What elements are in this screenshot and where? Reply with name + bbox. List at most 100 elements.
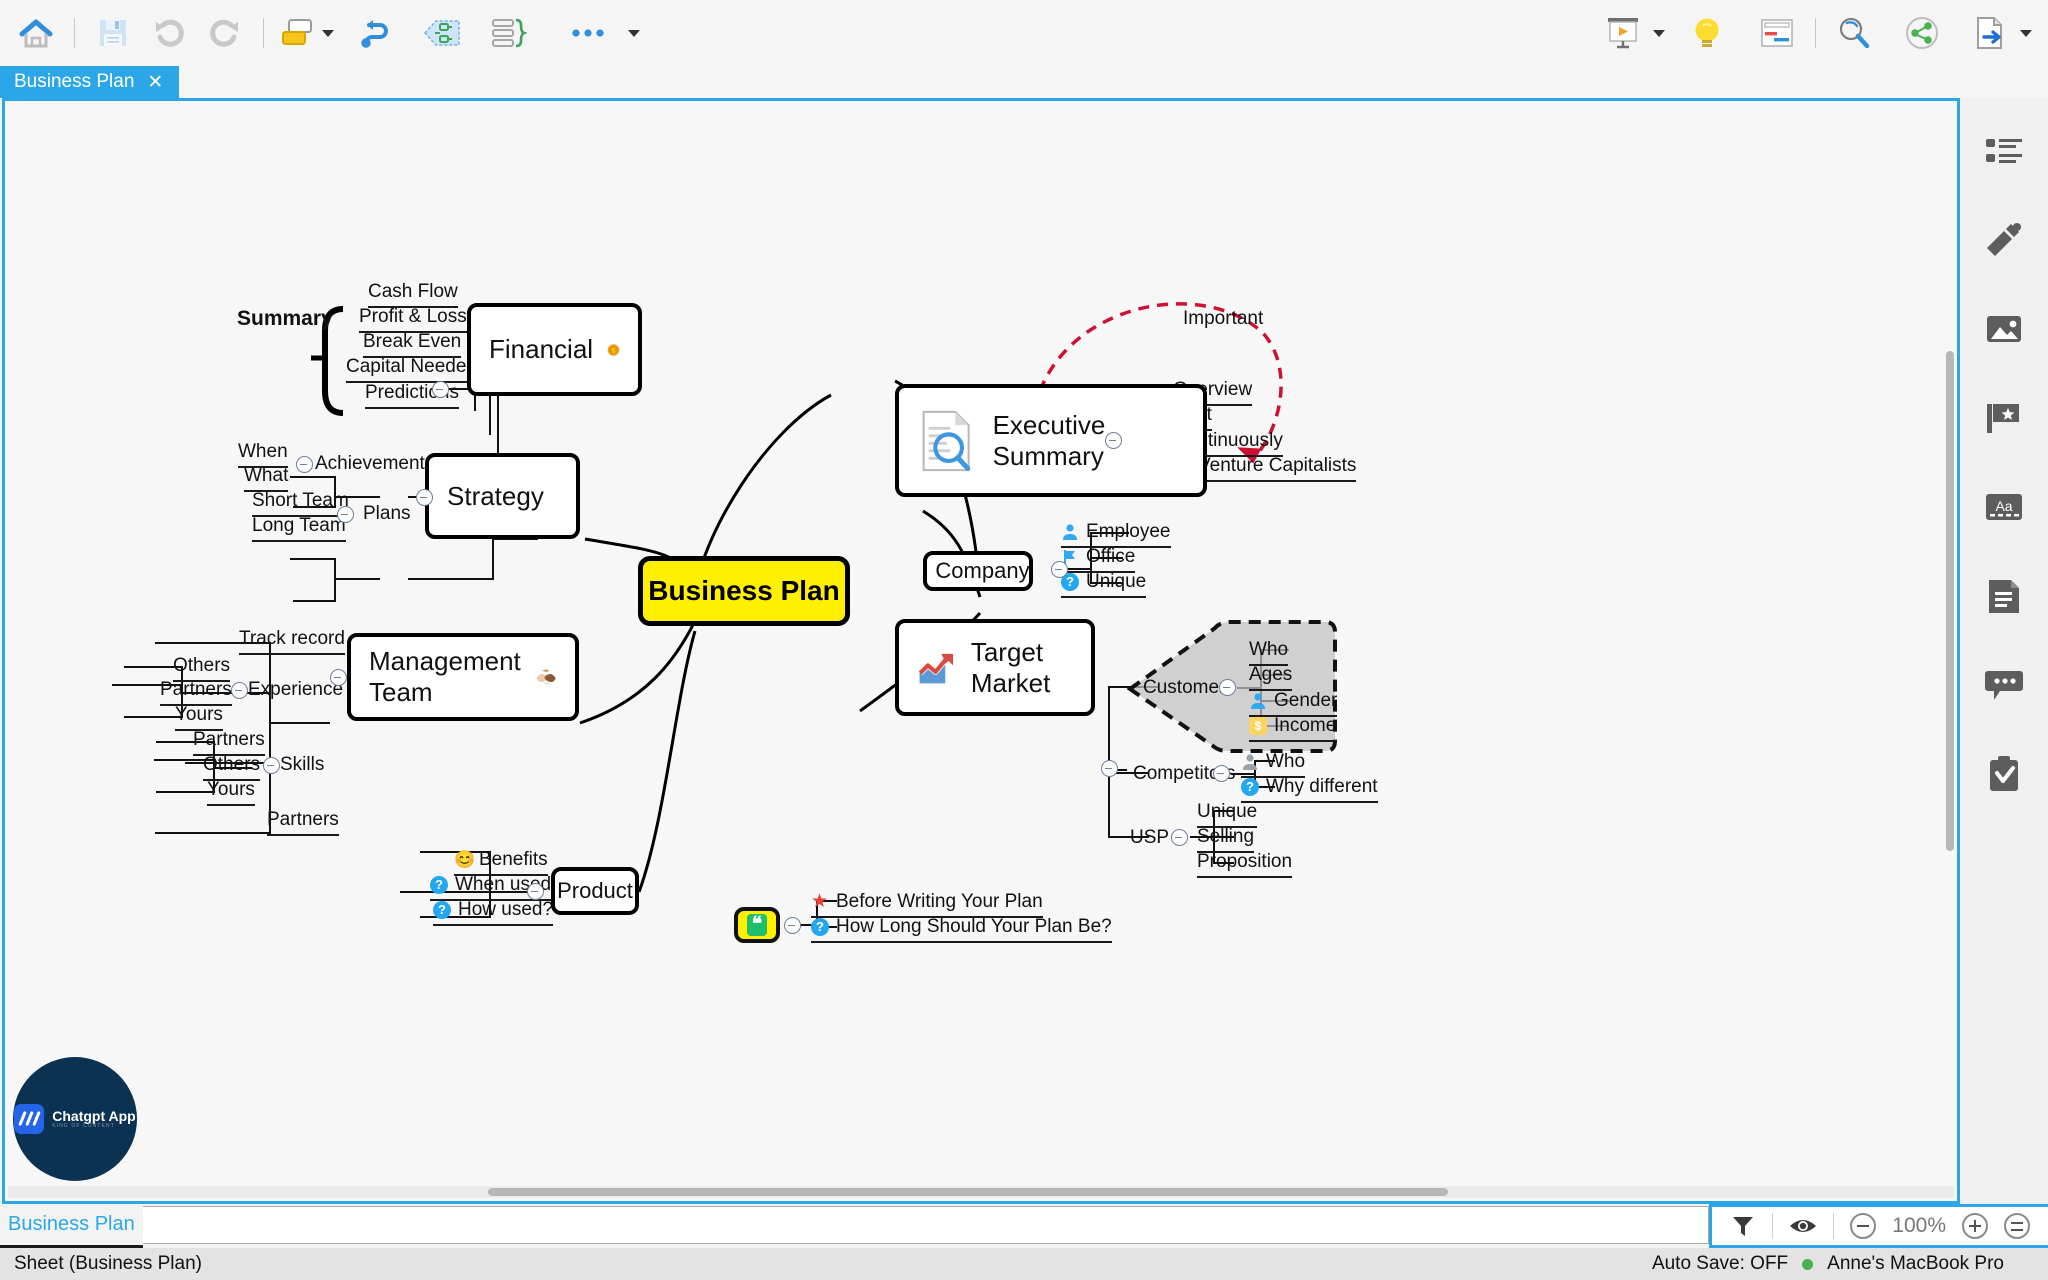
sub-who-customers[interactable]: Who [1249,639,1289,666]
sidebar-item-notes[interactable] [1981,573,2027,619]
sidebar-item-marker[interactable] [1981,395,2027,441]
sub-office[interactable]: Office [1061,546,1136,573]
filter-icon[interactable] [1730,1213,1756,1239]
presentation-dropdown-caret[interactable] [1653,29,1665,37]
topic-strategy[interactable]: Strategy [425,453,580,539]
sub-exp-partners[interactable]: Partners [160,679,232,706]
sub-usp[interactable]: USP [1130,827,1169,852]
sub-experience[interactable]: Experience [248,679,343,704]
eye-icon[interactable] [1789,1215,1817,1237]
sub-benefits[interactable]: 😊 Benefits [454,849,548,876]
sidebar-item-task[interactable] [1981,751,2027,797]
brainstorm-button[interactable] [1679,7,1735,59]
toggle-customers[interactable] [1219,679,1236,696]
export-dropdown-caret[interactable] [2020,29,2032,37]
sub-exp-yours[interactable]: Yours [175,704,223,731]
topic-executive-summary[interactable]: Executive Summary [895,384,1207,497]
sidebar-item-font[interactable]: Aa [1981,484,2027,530]
sheet-tab-business-plan[interactable]: Business Plan [0,1204,143,1248]
redo-button[interactable] [197,7,253,59]
toggle-achievements[interactable] [296,456,313,473]
toggle-competitors[interactable] [1213,765,1230,782]
horizontal-scrollbar[interactable] [8,1186,1954,1198]
sub-why-different[interactable]: ? Why different [1241,776,1378,803]
sub-gender[interactable]: Gender [1249,690,1338,717]
sub-ages[interactable]: Ages [1249,664,1293,691]
insert-topic-button[interactable] [274,7,320,59]
sub-company-unique[interactable]: ? Unique [1061,571,1147,598]
toggle-strategy[interactable] [416,489,433,506]
toggle-company[interactable] [1051,561,1068,578]
sub-break-even[interactable]: Break Even [363,331,462,358]
sidebar-item-comment[interactable] [1981,662,2027,708]
sub-usp-unique[interactable]: Unique [1197,801,1258,828]
share-button[interactable] [1894,7,1950,59]
document-tab-business-plan[interactable]: Business Plan ✕ [0,66,180,98]
sub-usp-selling[interactable]: Selling [1197,826,1255,853]
summary-button[interactable] [480,7,536,59]
sub-track-record[interactable]: Track record [239,628,345,655]
sub-skills-yours[interactable]: Yours [207,779,255,806]
zoom-out-button[interactable] [1850,1213,1877,1239]
sub-exp-others[interactable]: Others [173,655,231,682]
horizontal-scrollbar-thumb[interactable] [488,1188,1448,1196]
sidebar-item-image[interactable] [1981,306,2027,352]
toggle-experience[interactable] [231,682,248,699]
close-icon[interactable]: ✕ [147,73,163,92]
home-button[interactable] [8,7,64,59]
undo-button[interactable] [141,7,197,59]
mindmap-canvas[interactable]: Business Plan Financial $ Summary Cash F… [5,101,1957,1201]
gantt-button[interactable] [1749,7,1805,59]
sub-usp-proposition[interactable]: Proposition [1197,851,1293,878]
topic-company[interactable]: Company [923,551,1033,591]
save-button[interactable] [85,7,141,59]
sub-skills-partners[interactable]: Partners [193,729,265,756]
sub-profit-loss[interactable]: Profit & Loss [359,306,467,333]
sub-employee[interactable]: Employee [1061,521,1171,548]
sheet-name-input[interactable] [142,1206,1710,1244]
sub-how-used[interactable]: ? How used? [433,899,554,926]
sub-when[interactable]: When [238,441,288,468]
toggle-usp[interactable] [1171,829,1188,846]
sub-mgmt-partners[interactable]: Partners [267,809,339,836]
central-topic[interactable]: Business Plan [638,556,850,626]
topic-management-team[interactable]: Management Team [347,633,579,721]
topic-target-market[interactable]: Target Market [895,619,1095,716]
sub-before-writing[interactable]: ★ Before Writing Your Plan [811,891,1043,918]
relationship-button[interactable] [348,7,404,59]
search-button[interactable] [1826,7,1882,59]
sub-how-long-plan[interactable]: ? How Long Should Your Plan Be? [811,916,1112,943]
topic-financial[interactable]: Financial $ [467,303,642,396]
topic-dropdown-caret[interactable] [322,29,334,37]
sub-who-competitors[interactable]: Who [1241,751,1306,778]
toggle-target-market[interactable] [1101,760,1118,777]
sub-skills-others[interactable]: Others [203,754,261,781]
toggle-floating-note[interactable] [784,917,801,934]
vertical-scrollbar[interactable] [1946,351,1954,851]
sub-plans[interactable]: Plans [363,503,411,528]
zoom-fit-button[interactable] [2004,1213,2030,1239]
sub-skills[interactable]: Skills [280,754,324,779]
more-dropdown-caret[interactable] [628,29,640,37]
relationship-label[interactable]: Important [1183,308,1263,330]
sub-long-team[interactable]: Long Team [252,515,346,542]
zoom-in-button[interactable] [1962,1213,1988,1239]
toggle-product[interactable] [527,883,544,900]
toggle-skills[interactable] [263,757,280,774]
toggle-plans[interactable] [337,506,354,523]
sidebar-item-outline[interactable] [1981,128,2027,174]
floating-topic-note[interactable]: ❝ [734,907,780,943]
sub-cash-flow[interactable]: Cash Flow [368,281,458,308]
sub-short-team[interactable]: Short Team [252,490,349,517]
export-button[interactable] [1962,7,2018,59]
presentation-button[interactable] [1595,7,1651,59]
sub-achievements[interactable]: Achievements [315,453,434,478]
boundary-button[interactable] [414,7,470,59]
topic-product[interactable]: Product [551,867,639,915]
sub-capital-needed[interactable]: Capital Needed [346,356,477,383]
toggle-executive-summary[interactable] [1105,432,1122,449]
more-button[interactable] [560,7,616,59]
sub-income[interactable]: $ Income [1249,715,1337,742]
sub-what[interactable]: What [244,465,289,492]
sidebar-item-style[interactable] [1981,217,2027,263]
